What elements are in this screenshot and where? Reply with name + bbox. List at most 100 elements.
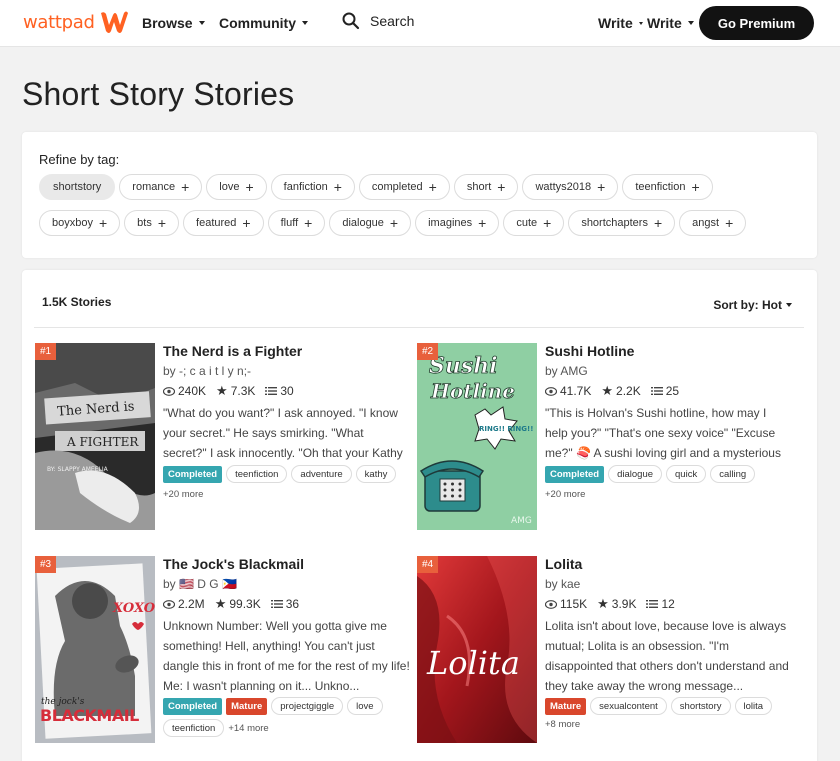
story-tag[interactable]: kathy [355, 465, 397, 483]
cover-xoxo-text: XOXO [112, 601, 155, 616]
parts-stat: 36 [270, 597, 299, 611]
more-tags-link[interactable]: +14 more [228, 723, 268, 734]
cover-author-text: BY: SLAPPY AMEELIA [47, 466, 109, 473]
plus-icon: + [543, 215, 552, 231]
more-tags-link[interactable]: +20 more [545, 489, 585, 500]
story-author[interactable]: by kae [545, 577, 580, 591]
votes-count: 2.2K [616, 384, 641, 398]
tag-chip[interactable]: imagines + [415, 210, 500, 236]
cover-image: Sushi Hotline RING!! RING!! AMG [417, 343, 537, 530]
write-menu-1[interactable]: Write [598, 15, 643, 31]
tag-chip[interactable]: romance + [119, 174, 203, 200]
completed-badge: Completed [163, 465, 223, 483]
reads-count: 115K [560, 597, 588, 611]
tag-chip-selected[interactable]: shortstory [39, 174, 116, 200]
tag-chip[interactable]: featured + [183, 210, 264, 236]
logo-text: wattpad [23, 11, 95, 33]
story-tag[interactable]: shortstory [670, 697, 731, 715]
completed-badge: Completed [163, 697, 223, 715]
story-title[interactable]: The Jock's Blackmail [163, 556, 304, 572]
story-tag[interactable]: adventure [291, 465, 352, 483]
reads-stat: 240K [163, 384, 206, 398]
tag-chip[interactable]: love + [206, 174, 267, 200]
tag-chip[interactable]: dialogue + [329, 210, 412, 236]
story-tag[interactable]: dialogue [608, 465, 663, 483]
votes-count: 3.9K [611, 597, 637, 611]
reads-stat: 115K [545, 597, 587, 611]
story-stats: 115K ★ 3.9K 12 [545, 596, 675, 612]
story-title[interactable]: Sushi Hotline [545, 343, 634, 359]
plus-icon: + [389, 215, 399, 231]
story-tag[interactable]: sexualcontent [590, 697, 667, 715]
more-tags-link[interactable]: +20 more [163, 489, 203, 500]
page-title: Short Story Stories [22, 76, 295, 112]
story-cover[interactable]: The Nerd is A FIGHTER BY: SLAPPY AMEELIA… [35, 343, 155, 530]
plus-icon: + [597, 179, 606, 195]
write-menu-2[interactable]: Write [647, 15, 694, 31]
refine-tags-panel: Refine by tag: shortstory romance + love +… [22, 132, 817, 258]
story-author[interactable]: by 🇺🇸 D G 🇵🇭 [163, 577, 237, 591]
chevron-down-icon [198, 21, 205, 25]
story-card[interactable]: Sushi Hotline RING!! RING!! AMG #2 Sushi… [417, 343, 797, 533]
community-menu[interactable]: Community [219, 15, 308, 31]
story-card[interactable]: Lolita #4 Lolita by kae 115K ★ 3.9K 12 Lo… [417, 556, 797, 746]
tag-chip[interactable]: completed + [358, 174, 450, 200]
plus-icon: + [653, 215, 663, 231]
story-tags: Completed dialogue quick calling [545, 465, 795, 483]
plus-icon: + [98, 215, 108, 231]
story-cover[interactable]: XOXO the jock's BLACKMAIL #3 [35, 556, 155, 743]
tag-chip[interactable]: angst + [679, 210, 747, 236]
rank-badge: #1 [35, 343, 57, 360]
story-tag[interactable]: teenfiction [163, 719, 225, 737]
story-title[interactable]: The Nerd is a Fighter [163, 343, 302, 359]
reads-count: 240K [178, 384, 207, 398]
chevron-down-icon [687, 21, 694, 25]
tag-chip[interactable]: wattys2018 + [522, 174, 619, 200]
browse-menu[interactable]: Browse [142, 15, 205, 31]
plus-icon: + [333, 179, 342, 195]
plus-icon: + [181, 179, 190, 195]
story-tag[interactable]: lolita [734, 697, 773, 715]
story-cover[interactable]: Sushi Hotline RING!! RING!! AMG #2 [417, 343, 537, 530]
story-stats: 41.7K ★ 2.2K 25 [545, 383, 679, 399]
tag-chip[interactable]: fanfiction + [270, 174, 355, 200]
cover-subtitle-text: A FIGHTER [66, 435, 139, 449]
completed-badge: Completed [545, 465, 605, 483]
votes-count: 99.3K [229, 597, 261, 611]
story-tags: Completed teenfiction adventure kathy [163, 465, 413, 483]
tag-chip[interactable]: short + [453, 174, 519, 200]
rank-badge: #4 [417, 556, 439, 573]
sort-dropdown[interactable]: Sort by: Hot [713, 298, 792, 312]
story-cover[interactable]: Lolita #4 [417, 556, 537, 743]
star-icon: ★ [216, 383, 228, 398]
tag-chip[interactable]: cute + [503, 210, 565, 236]
plus-icon: + [428, 179, 437, 195]
story-tag[interactable]: love [347, 697, 383, 715]
story-tag[interactable]: teenfiction [226, 465, 288, 483]
more-tags-link[interactable]: +8 more [545, 719, 580, 730]
wattpad-logo[interactable]: wattpad [23, 9, 129, 35]
plus-icon: + [242, 215, 251, 231]
story-author[interactable]: by AMG [545, 364, 588, 378]
tag-chip[interactable]: shortchapters + [568, 210, 676, 236]
story-tag[interactable]: quick [666, 465, 707, 483]
story-card[interactable]: The Nerd is A FIGHTER BY: SLAPPY AMEELIA… [35, 343, 415, 533]
story-tag[interactable]: calling [710, 465, 756, 483]
search-box[interactable]: Search [342, 12, 414, 30]
tag-label: shortstory [53, 181, 102, 193]
rank-badge: #3 [35, 556, 57, 573]
stories-count: 1.5K Stories [42, 295, 112, 309]
tag-label: short [466, 181, 492, 193]
story-card[interactable]: XOXO the jock's BLACKMAIL #3 The Jock's … [35, 556, 415, 746]
tag-chip[interactable]: teenfiction + [622, 174, 713, 200]
tag-chip[interactable]: fluff + [267, 210, 326, 236]
top-nav-bar: wattpad Browse Community Search Write Wr… [0, 0, 840, 47]
tag-chip[interactable]: bts + [124, 210, 180, 236]
story-tag[interactable]: projectgiggle [271, 697, 344, 715]
go-premium-button[interactable]: Go Premium [699, 6, 814, 40]
story-title[interactable]: Lolita [545, 556, 582, 572]
divider [34, 327, 804, 328]
write-label-1: Write [598, 15, 633, 31]
tag-chip[interactable]: boyxboy + [39, 210, 121, 236]
story-author[interactable]: by -; c a i t l y n;- [163, 364, 251, 378]
